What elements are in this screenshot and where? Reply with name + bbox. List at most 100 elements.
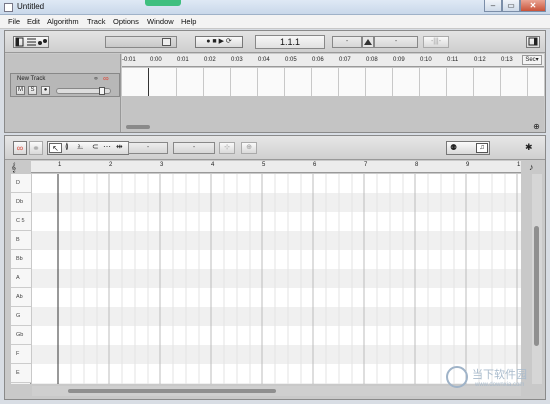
note-label: G	[11, 307, 31, 326]
menu-bar: File Edit Algorithm Track Options Window…	[0, 15, 550, 29]
arrange-empty-area: ⊕	[122, 96, 544, 132]
ruler-label: -0:01	[122, 57, 136, 63]
pointer-tool-icon[interactable]: ↖	[49, 143, 62, 153]
menu-options[interactable]: Options	[113, 17, 139, 26]
ruler-label: 0:11	[447, 57, 459, 63]
close-button[interactable]: ✕	[520, 0, 546, 12]
menu-edit[interactable]: Edit	[27, 17, 40, 26]
time-ruler[interactable]: -0:01 0:00 0:01 0:02 0:03 0:04 0:05 0:06…	[122, 54, 544, 67]
ruler-label: 0:07	[339, 57, 351, 63]
menu-window[interactable]: Window	[147, 17, 174, 26]
app-icon	[4, 3, 13, 12]
quantize-icon[interactable]: ⊕	[241, 142, 257, 154]
grid-snap-icon[interactable]: ⊹	[219, 142, 235, 154]
measure-label: 4	[211, 162, 215, 168]
resize-tool-icon[interactable]: ⇹	[116, 142, 123, 152]
split-tool-icon[interactable]: ⋯	[103, 142, 111, 152]
note-label: Db	[11, 193, 31, 212]
tempo-down-field[interactable]: -	[332, 36, 362, 48]
ruler-label: 0:09	[393, 57, 405, 63]
note-label: Ab	[11, 288, 31, 307]
zoom-icon[interactable]: ⊕	[532, 123, 541, 132]
note-label: F	[11, 345, 31, 364]
track-name[interactable]: New Track	[17, 76, 45, 82]
value-field-b[interactable]: -	[173, 142, 215, 154]
ruler-label: 0:10	[420, 57, 432, 63]
menu-track[interactable]: Track	[87, 17, 105, 26]
measure-label: 6	[313, 162, 317, 168]
stop-button[interactable]: ■	[212, 38, 216, 45]
menu-algorithm[interactable]: Algorithm	[47, 17, 79, 26]
note-label: C 5	[11, 212, 31, 231]
horizontal-scrollbar[interactable]	[126, 125, 150, 129]
measure-label: 1	[517, 162, 521, 168]
measure-label: 1	[58, 162, 62, 168]
note-label: Bb	[11, 250, 31, 269]
play-button[interactable]: ▶	[219, 38, 224, 45]
piano-roll-panel: ∞ ⚭ ↖ ≬ ⎁ ⊂ ⋯ ⇹ - - ⊹ ⊕ ⚉ ♫ ✱ 1 2 3 4 5 …	[4, 135, 546, 400]
position-display[interactable]: 1.1.1	[255, 35, 325, 49]
ruler-label: 0:13	[501, 57, 513, 63]
menu-help[interactable]: Help	[181, 17, 196, 26]
notes-view-icon[interactable]: ⚉	[450, 143, 457, 153]
ruler-label: 0:05	[285, 57, 297, 63]
horizontal-scrollbar-thumb[interactable]	[68, 389, 276, 393]
watermark-main: 当下软件园	[472, 369, 527, 381]
time-units-label: Sec	[525, 57, 536, 63]
minimize-button[interactable]: –	[484, 0, 502, 12]
solo-button[interactable]: S	[28, 86, 37, 95]
ruler-label: 0:04	[258, 57, 270, 63]
right-panel-toggle[interactable]	[526, 36, 540, 48]
ruler-label: 0:08	[366, 57, 378, 63]
track-header[interactable]: New Track ⚭ ∞ M S ●	[10, 73, 120, 97]
chevron-down-icon: ▾	[535, 57, 539, 63]
note-label: A	[11, 269, 31, 288]
triangle-up-icon	[364, 39, 372, 45]
maximize-button[interactable]: ▭	[502, 0, 520, 12]
ruler-label: 0:03	[231, 57, 243, 63]
panel-right-icon	[528, 37, 538, 46]
link-icon[interactable]: ⚭	[93, 75, 99, 83]
chain-icon[interactable]: ∞	[103, 74, 109, 83]
watermark-sub: www.downxia.com	[475, 382, 525, 388]
note-grid[interactable]	[32, 174, 521, 384]
time-units-dropdown[interactable]: Sec▾	[522, 55, 542, 65]
playhead[interactable]	[148, 68, 149, 96]
loop-button[interactable]: ⟳	[226, 38, 232, 45]
volume-slider-handle[interactable]	[99, 87, 105, 95]
tempo-up-field[interactable]: -	[374, 36, 418, 48]
vertical-scrollbar-thumb[interactable]	[534, 226, 539, 346]
note-label: E	[11, 364, 31, 383]
arrange-grid[interactable]	[122, 68, 544, 96]
panel-layout-icon	[15, 37, 47, 47]
tempo-slider-handle[interactable]	[362, 36, 374, 48]
record-arm-button[interactable]: ●	[41, 86, 50, 95]
editor-toolbar: ∞ ⚭ ↖ ≬ ⎁ ⊂ ⋯ ⇹ - - ⊹ ⊕ ⚉ ♫ ✱	[5, 136, 545, 160]
link-icon[interactable]: ∞	[13, 141, 27, 155]
mute-button[interactable]: M	[16, 86, 25, 95]
quantize-note-icon[interactable]: ♪	[529, 162, 534, 172]
record-button[interactable]: ●	[206, 38, 210, 45]
unlink-icon[interactable]: ⚭	[29, 141, 43, 155]
measure-label: 3	[160, 162, 164, 168]
transport-buttons: ● ■ ▶ ⟳	[195, 36, 243, 48]
draw-tool-icon[interactable]: ⎁	[77, 142, 83, 152]
vertical-scrollbar-track[interactable]	[532, 174, 542, 384]
ruler-label: 0:12	[474, 57, 486, 63]
arrange-panel: ● ■ ▶ ⟳ 1.1.1 - - -|||- New Track ⚭ ∞ M …	[4, 30, 546, 133]
velocity-tool-icon[interactable]: ≬	[65, 142, 69, 152]
title-bar: Untitled – ▭ ✕	[0, 0, 550, 15]
extra-button[interactable]: -|||-	[423, 36, 449, 48]
ruler-label: 0:00	[150, 57, 162, 63]
gear-icon[interactable]: ✱	[525, 142, 533, 153]
volume-slider[interactable]	[56, 87, 111, 95]
piano-view-icon[interactable]: ♫	[476, 143, 488, 153]
value-field-a[interactable]: -	[128, 142, 168, 154]
piano-keys: D Db C 5 B Bb A Ab G Gb F E	[11, 174, 31, 384]
erase-tool-icon[interactable]: ⊂	[92, 142, 99, 152]
watermark: 当下软件园 www.downxia.com	[442, 362, 546, 400]
view-mode-group: ⚉ ♫	[446, 141, 490, 155]
menu-file[interactable]: File	[8, 17, 20, 26]
view-toggle-group[interactable]	[13, 36, 49, 48]
measure-ruler[interactable]: 1 2 3 4 5 6 7 8 9 1	[31, 161, 521, 173]
